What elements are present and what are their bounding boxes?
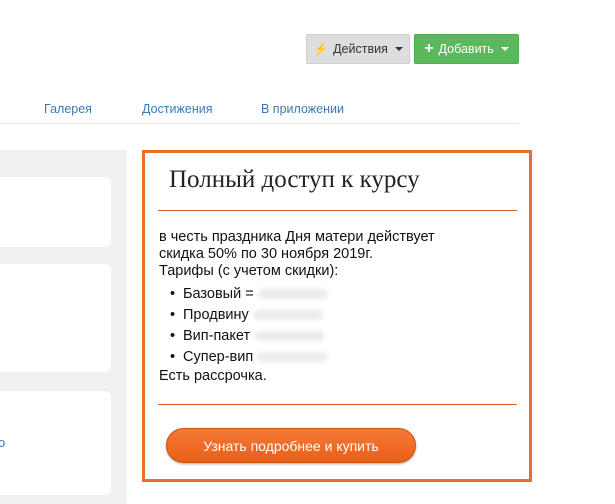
learn-more-buy-button[interactable]: Узнать подробнее и купить	[166, 428, 416, 463]
tab-gallery[interactable]: Галерея	[44, 102, 92, 116]
actions-label: Действия	[333, 42, 388, 56]
left-card[interactable]: o	[0, 391, 111, 495]
list-item: Базовый =	[159, 284, 514, 305]
blurred-price	[257, 289, 328, 300]
list-item: Вип-пакет	[159, 326, 514, 347]
add-label: Добавить	[438, 42, 494, 56]
tariff-name: Базовый =	[183, 286, 254, 302]
plus-icon: +	[424, 40, 434, 57]
promo-intro-line: в честь праздника Дня матери действует	[159, 229, 435, 245]
tariff-name: Вип-пакет	[183, 328, 251, 344]
blurred-price	[257, 352, 328, 363]
actions-dropdown-button[interactable]: ⚡ Действия	[306, 34, 410, 64]
tariffs-heading: Тарифы (с учетом скидки):	[159, 263, 339, 279]
tab-achievements[interactable]: Достижения	[142, 102, 212, 116]
promo-intro-line: скидка 50% по 30 ноября 2019г.	[159, 246, 373, 262]
tariff-list: Базовый = Продвину Вип-пакет Супер-вип	[159, 284, 514, 368]
installment-note: Есть рассрочка.	[159, 368, 267, 384]
left-card[interactable]	[0, 264, 111, 372]
blurred-price	[252, 310, 323, 321]
divider	[158, 404, 517, 405]
left-card[interactable]	[0, 177, 111, 247]
card-text-fragment: o	[0, 435, 6, 450]
tab-in-app[interactable]: В приложении	[261, 102, 344, 116]
lightning-icon: ⚡	[313, 42, 329, 56]
list-item: Продвину	[159, 305, 514, 326]
tab-bar: Галерея Достижения В приложении	[0, 96, 519, 124]
promo-panel: Полный доступ к курсу в честь праздника …	[142, 150, 532, 482]
blurred-price	[254, 331, 325, 342]
caret-down-icon	[500, 47, 509, 51]
list-item: Супер-вип	[159, 347, 514, 368]
tariff-name: Продвину	[183, 307, 249, 323]
promo-body: в честь праздника Дня матери действует с…	[159, 229, 514, 385]
promo-title: Полный доступ к курсу	[169, 166, 420, 193]
tariff-name: Супер-вип	[183, 349, 254, 365]
add-dropdown-button[interactable]: + Добавить	[414, 34, 519, 64]
divider	[158, 210, 517, 211]
caret-down-icon	[394, 47, 403, 51]
